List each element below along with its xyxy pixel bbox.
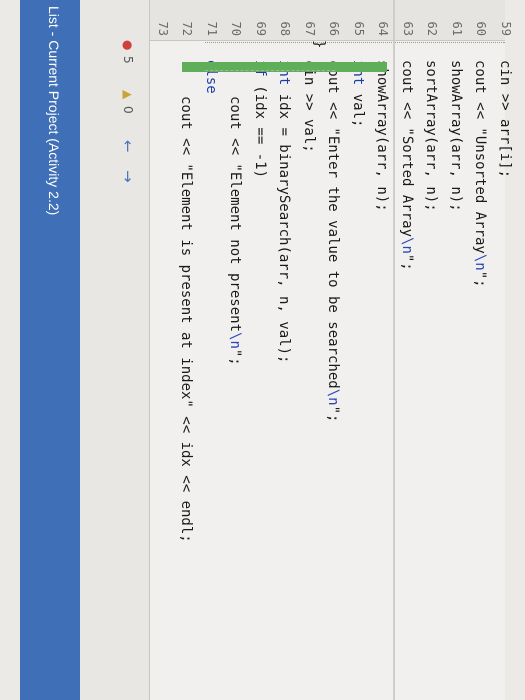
- line-number-gutter: 596061626364656667686970717273747576: [83, 0, 513, 41]
- code-text: cout << "Unsorted Array: [472, 60, 489, 254]
- code-text: cout << "Enter the value to be searched: [325, 60, 342, 389]
- line-number: 62: [425, 21, 440, 36]
- code-editor[interactable]: 596061626364656667686970717273747576 cin…: [83, 0, 513, 700]
- code-text: cout << "Sorted Array: [399, 60, 415, 238]
- code-line[interactable]: sortArray(arr, n);: [424, 60, 440, 212]
- nav-back-icon[interactable]: ←: [119, 140, 137, 153]
- code-text: cout << "Element not present: [227, 96, 244, 333]
- code-line[interactable]: int idx = binarySearch(arr, n, val);: [277, 60, 293, 363]
- line-number: 61: [450, 21, 464, 36]
- code-text: showArray(arr, n);: [374, 60, 391, 212]
- indent-guide: [205, 70, 335, 81]
- line-number: 66: [327, 21, 342, 36]
- code-text: ";: [227, 348, 244, 366]
- line-number: 59: [499, 21, 513, 36]
- line-number: 70: [229, 21, 244, 36]
- code-line[interactable]: cout << "Enter the value to be searched\…: [326, 60, 342, 422]
- fold-guide: [205, 42, 505, 55]
- nav-forward-icon[interactable]: →: [119, 170, 137, 183]
- list-panel-title: List - Current Project (Activity 2.2): [46, 6, 62, 216]
- line-number: 69: [254, 21, 268, 36]
- errors-count[interactable]: 5: [121, 56, 135, 64]
- editor-divider: [393, 0, 395, 700]
- code-line[interactable]: cout << "Element is present at index" <<…: [179, 96, 195, 543]
- escape-sequence: \n: [472, 253, 489, 271]
- code-text: cin >> arr[i];: [497, 60, 513, 179]
- code-line[interactable]: cout << "Unsorted Array\n";: [473, 60, 489, 288]
- code-text: idx = binarySearch(arr, n, val);: [276, 85, 293, 364]
- status-strip: ● 5 ▲ 0 ← →: [79, 0, 150, 700]
- line-number: 73: [156, 21, 170, 36]
- code-text: val;: [350, 85, 366, 128]
- escape-sequence: \n: [399, 237, 415, 254]
- code-line[interactable]: showArray(arr, n);: [375, 60, 391, 212]
- code-text: ";: [399, 253, 415, 271]
- line-number: 67: [303, 21, 317, 36]
- error-icon[interactable]: ●: [121, 40, 135, 50]
- code-line[interactable]: cin >> arr[i];: [497, 60, 513, 178]
- code-line[interactable]: cout << "Sorted Array\n";: [399, 60, 415, 271]
- line-number: 60: [474, 21, 489, 36]
- code-text: sortArray(arr, n);: [423, 60, 440, 212]
- list-panel-header[interactable]: List - Current Project (Activity 2.2): [20, 0, 80, 700]
- line-number: 68: [278, 21, 293, 36]
- warnings-count[interactable]: 0: [121, 106, 135, 114]
- code-text: cout << "Element is present at index" <<…: [178, 96, 195, 543]
- line-number: 71: [205, 21, 219, 36]
- code-text: ";: [472, 270, 489, 288]
- escape-sequence: \n: [227, 332, 244, 349]
- code-line[interactable]: showArray(arr, n);: [448, 60, 464, 212]
- warning-icon[interactable]: ▲: [121, 90, 135, 99]
- line-number: 63: [401, 21, 415, 36]
- line-number: 65: [352, 21, 366, 36]
- line-number: 72: [180, 21, 195, 36]
- code-line[interactable]: cout << "Element not present\n";: [228, 96, 244, 366]
- escape-sequence: \n: [325, 388, 342, 406]
- code-text: showArray(arr, n);: [448, 60, 464, 212]
- closing-brace: }: [311, 40, 327, 49]
- code-text: (idx == -1): [252, 76, 268, 179]
- ide-window: 596061626364656667686970717273747576 cin…: [0, 0, 525, 700]
- line-number: 64: [376, 21, 391, 36]
- code-text: ";: [325, 405, 342, 423]
